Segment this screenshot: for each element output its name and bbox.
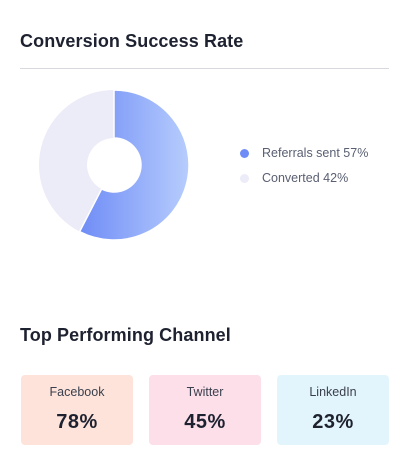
chart-legend: Referrals sent 57% Converted 42% [240, 145, 368, 195]
legend-value: 42% [323, 171, 349, 185]
conversion-section-title: Conversion Success Rate [20, 31, 244, 51]
legend-value: 57% [343, 146, 369, 160]
channel-name: Twitter [186, 385, 224, 399]
channel-value: 45% [184, 411, 226, 433]
legend-dot-converted [240, 173, 249, 183]
channel-name: LinkedIn [309, 385, 357, 399]
channel-value: 78% [56, 411, 98, 433]
channel-value: 23% [312, 411, 354, 433]
channel-name: Facebook [49, 385, 105, 399]
legend-item-converted: Converted 42% [240, 170, 368, 186]
channel-cards: Facebook 78% Twitter 45% LinkedIn 23% [21, 375, 389, 445]
channel-card-facebook[interactable]: Facebook 78% [21, 375, 133, 445]
channel-card-linkedin[interactable]: LinkedIn 23% [277, 375, 389, 445]
conversion-donut-chart [39, 90, 189, 240]
legend-label: Referrals sent [262, 146, 340, 160]
channel-card-twitter[interactable]: Twitter 45% [149, 375, 261, 445]
channels-section-title: Top Performing Channel [20, 325, 231, 345]
legend-label: Converted [262, 171, 320, 185]
legend-item-referrals-sent: Referrals sent 57% [240, 145, 368, 161]
legend-dot-referrals-sent [240, 148, 249, 158]
section-divider [20, 68, 389, 69]
